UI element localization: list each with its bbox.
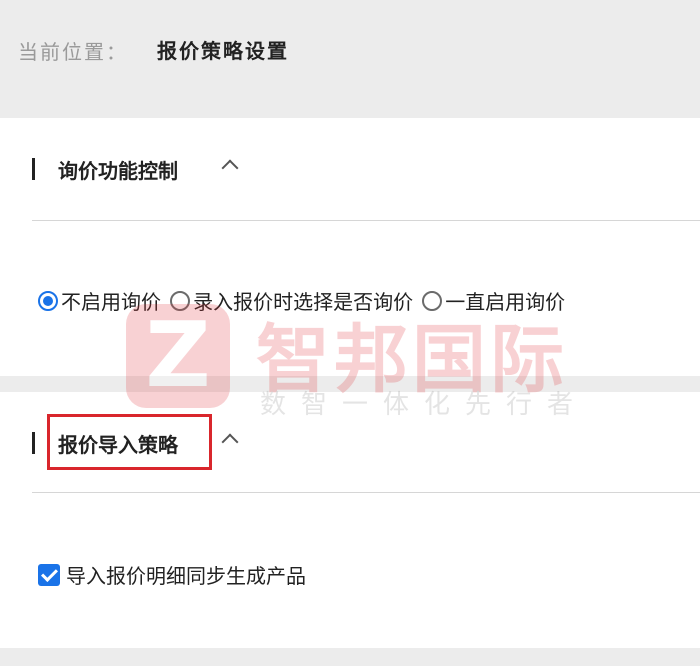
breadcrumb: 当前位置： 报价策略设置 bbox=[0, 0, 700, 118]
chevron-up-icon[interactable] bbox=[221, 159, 239, 177]
radio-option-disable-inquiry[interactable]: 不启用询价 bbox=[38, 286, 161, 315]
breadcrumb-prefix: 当前位置： bbox=[18, 40, 128, 64]
radio-checked-icon[interactable] bbox=[38, 290, 58, 311]
section-marker-bar bbox=[32, 158, 35, 180]
inquiry-radio-group: 不启用询价 录入报价时选择是否询价 一直启用询价 bbox=[38, 286, 569, 314]
import-strategy-panel: 报价导入策略 导入报价明细同步生成产品 bbox=[0, 392, 700, 648]
radio-label: 录入报价时选择是否询价 bbox=[193, 290, 414, 314]
annotation-highlight-box bbox=[47, 414, 212, 470]
chevron-up-icon[interactable] bbox=[221, 433, 239, 451]
inquiry-control-panel: 询价功能控制 不启用询价 录入报价时选择是否询价 一直启用询价 bbox=[0, 118, 700, 376]
checkbox-label: 导入报价明细同步生成产品 bbox=[66, 564, 306, 588]
bottom-strip bbox=[0, 648, 700, 666]
radio-unchecked-icon[interactable] bbox=[170, 290, 191, 311]
inquiry-section-title: 询价功能控制 bbox=[58, 159, 178, 183]
page-title: 报价策略设置 bbox=[157, 39, 289, 63]
section-divider bbox=[32, 220, 700, 221]
radio-option-choose-on-entry[interactable]: 录入报价时选择是否询价 bbox=[170, 286, 413, 315]
section-divider bbox=[32, 492, 700, 493]
radio-label: 一直启用询价 bbox=[445, 290, 566, 314]
radio-label: 不启用询价 bbox=[61, 290, 161, 314]
checkbox-checked-icon[interactable] bbox=[38, 563, 60, 586]
section-marker-bar bbox=[32, 432, 35, 454]
sync-generate-product-checkbox[interactable]: 导入报价明细同步生成产品 bbox=[38, 560, 306, 589]
radio-option-always-enable[interactable]: 一直启用询价 bbox=[422, 286, 565, 315]
radio-unchecked-icon[interactable] bbox=[422, 290, 443, 311]
